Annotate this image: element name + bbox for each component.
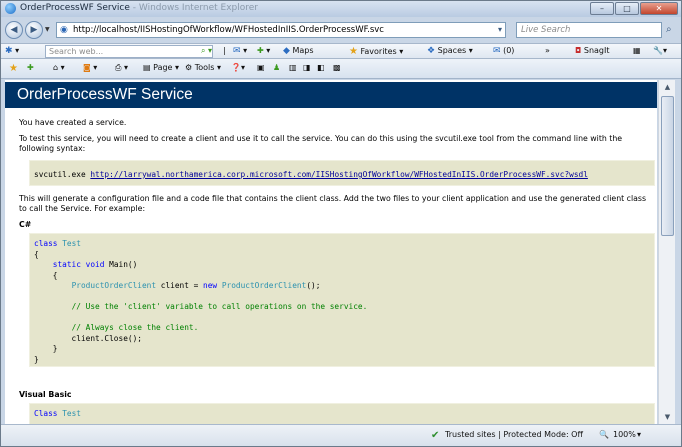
zoom-icon[interactable]: 🔍 bbox=[599, 430, 609, 439]
mail-count-button[interactable]: ✉ (0) bbox=[493, 46, 514, 56]
web-search-input[interactable]: Search web... bbox=[45, 45, 213, 58]
more-icon[interactable]: » bbox=[545, 46, 550, 55]
code-line: } bbox=[34, 344, 58, 353]
feeds-icon[interactable]: ◙ ▾ bbox=[83, 63, 97, 72]
ie-logo-icon bbox=[5, 3, 16, 14]
csharp-code-box: class Test { static void Main() { Produc… bbox=[29, 233, 655, 367]
code-line: class Test bbox=[34, 239, 81, 248]
toolbar-options-icon[interactable]: 🔧▾ bbox=[653, 46, 667, 55]
close-button[interactable]: ✕ bbox=[640, 2, 678, 15]
scroll-down-icon[interactable]: ▼ bbox=[660, 410, 675, 424]
title-bar: OrderProcessWF Service - Windows Interne… bbox=[1, 1, 681, 17]
code-line: } bbox=[34, 354, 39, 364]
zoom-level[interactable]: 100% bbox=[613, 430, 636, 439]
forward-button[interactable]: ▶ bbox=[25, 21, 43, 39]
intro-text: To test this service, you will need to c… bbox=[19, 134, 623, 153]
messenger-button[interactable]: ✚ ▾ bbox=[257, 46, 270, 55]
code-line: { bbox=[34, 270, 58, 280]
zoom-dropdown-icon[interactable]: ▾ bbox=[637, 430, 641, 439]
vb-label: Visual Basic bbox=[19, 390, 72, 399]
navigation-row: ◀ ▶ ▼ ◉ http://localhost/IISHostingOfWor… bbox=[1, 17, 681, 43]
scroll-up-icon[interactable]: ▲ bbox=[660, 80, 675, 94]
maximize-button[interactable]: □ bbox=[615, 2, 639, 15]
windows-live-toolbar: ✱ ▾ Search web... ⌕ ▾ | ✉ ▾ ✚ ▾ ◆ Maps ★… bbox=[1, 43, 681, 59]
code-line: client.Close(); bbox=[34, 333, 142, 343]
onenote-icon[interactable]: ◨ bbox=[303, 63, 311, 72]
svcutil-box: svcutil.exe http://larrywal.northamerica… bbox=[29, 160, 655, 186]
code-line: static void Main() bbox=[52, 260, 138, 269]
code-line: Class Test bbox=[34, 409, 81, 418]
code-line: // Use the 'client' variable to call ope… bbox=[71, 302, 368, 311]
vertical-scrollbar[interactable]: ▲ ▼ bbox=[658, 80, 675, 424]
back-button[interactable]: ◀ bbox=[5, 21, 23, 39]
vb-code-box: Class Test bbox=[29, 403, 655, 424]
gear-icon: ⚙ bbox=[185, 63, 193, 72]
add-favorites-icon[interactable]: ✚ bbox=[27, 63, 34, 72]
maps-button[interactable]: ◆ Maps bbox=[283, 46, 314, 56]
security-zone-text[interactable]: Trusted sites | Protected Mode: Off bbox=[445, 430, 583, 439]
research-icon[interactable]: ▣ bbox=[257, 63, 265, 72]
page-menu[interactable]: ▤ Page ▾ bbox=[143, 63, 179, 72]
code-line: // Always close the client. bbox=[71, 323, 199, 332]
svcutil-command: svcutil.exe http://larrywal.northamerica… bbox=[34, 170, 588, 179]
created-text: You have created a service. bbox=[19, 118, 127, 127]
browser-window: OrderProcessWF Service - Windows Interne… bbox=[0, 0, 682, 447]
code-line: ProductOrderClient client = new ProductO… bbox=[71, 281, 321, 290]
print-icon[interactable]: ⎙ ▾ bbox=[115, 63, 128, 73]
recent-pages-dropdown-icon[interactable]: ▼ bbox=[45, 26, 50, 33]
toolbar-separator: | bbox=[223, 46, 226, 55]
page-content: OrderProcessWF Service You have created … bbox=[5, 80, 657, 424]
mail-button[interactable]: ✉ ▾ bbox=[233, 46, 247, 56]
search-go-icon[interactable]: ⌕ ▾ bbox=[201, 46, 212, 56]
minimize-button[interactable]: – bbox=[590, 2, 614, 15]
blog-icon[interactable]: ▥ bbox=[289, 63, 297, 72]
snagit-button[interactable]: ◘ SnagIt bbox=[575, 46, 610, 55]
command-bar: ★ ✚ ⌂ ▾ ◙ ▾ ⎙ ▾ ▤ Page ▾ ⚙ Tools ▾ ❓▾ ▣ … bbox=[1, 59, 681, 79]
help-icon[interactable]: ❓▾ bbox=[231, 63, 245, 72]
live-search-input[interactable]: Live Search bbox=[516, 22, 662, 38]
favorites-button[interactable]: ★ Favorites ▾ bbox=[349, 46, 403, 57]
window-title: OrderProcessWF Service - Windows Interne… bbox=[20, 3, 258, 13]
address-bar[interactable]: ◉ http://localhost/IISHostingOfWorkflow/… bbox=[56, 22, 506, 38]
search-icon[interactable]: ⌕ bbox=[666, 24, 672, 35]
code-line: { bbox=[34, 249, 39, 259]
windows-live-icon[interactable]: ✱ ▾ bbox=[5, 46, 19, 56]
spaces-button[interactable]: ❖ Spaces ▾ bbox=[427, 46, 473, 56]
csharp-label: C# bbox=[19, 220, 32, 229]
address-text[interactable]: http://localhost/IISHostingOfWorkflow/WF… bbox=[73, 25, 384, 35]
address-dropdown-icon[interactable]: ▾ bbox=[493, 23, 507, 37]
grid-icon[interactable]: ▩ bbox=[333, 63, 341, 72]
trusted-sites-check-icon: ✔ bbox=[431, 430, 440, 441]
page-icon: ◉ bbox=[60, 25, 68, 35]
page-title: OrderProcessWF Service bbox=[17, 86, 193, 103]
translate-icon[interactable]: ◧ bbox=[317, 63, 325, 72]
status-bar: ✔ Trusted sites | Protected Mode: Off 🔍 … bbox=[1, 424, 681, 446]
scroll-thumb[interactable] bbox=[661, 96, 674, 236]
tools-menu[interactable]: ⚙ Tools ▾ bbox=[185, 63, 221, 72]
wsdl-link[interactable]: http://larrywal.northamerica.corp.micros… bbox=[90, 170, 588, 179]
favorites-star-icon[interactable]: ★ bbox=[9, 63, 18, 74]
service-header: OrderProcessWF Service bbox=[5, 82, 657, 108]
snagit-options-icon[interactable]: ▦ bbox=[633, 46, 641, 55]
generate-text: This will generate a configuration file … bbox=[19, 194, 647, 213]
page-icon: ▤ bbox=[143, 63, 151, 72]
home-icon[interactable]: ⌂ ▾ bbox=[53, 63, 65, 72]
messenger-icon[interactable]: ♟ bbox=[273, 63, 280, 72]
